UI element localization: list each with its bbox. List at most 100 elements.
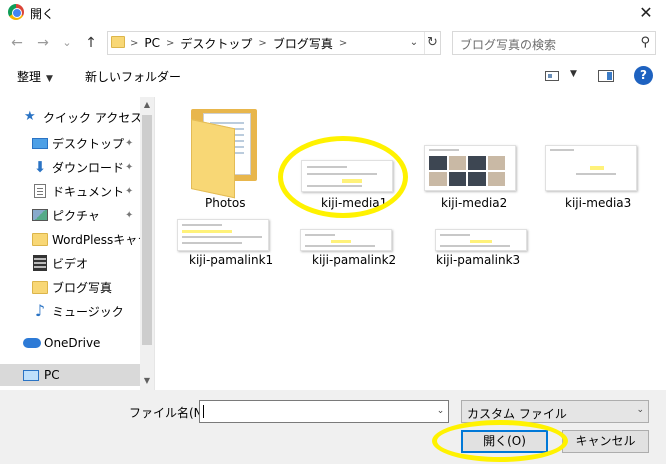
text-caret [203, 405, 204, 418]
video-icon [33, 255, 47, 271]
file-name: kiji-pamalink2 [312, 253, 397, 267]
breadcrumb-item-desktop[interactable]: デスクトップ [180, 35, 252, 52]
cancel-button[interactable]: キャンセル [562, 430, 649, 453]
filetype-select[interactable]: カスタム ファイル ⌄ [461, 400, 649, 423]
sidebar-item-videos[interactable]: ビデオ [0, 252, 140, 274]
sidebar-item-downloads[interactable]: ⬇ ダウンロード ✦ [0, 156, 140, 178]
pin-icon: ✦ [125, 137, 134, 149]
sidebar-item-documents[interactable]: ドキュメント ✦ [0, 180, 140, 202]
help-icon[interactable]: ? [634, 66, 653, 85]
sidebar-item-label: ブログ写真 [52, 280, 113, 295]
scroll-down-icon[interactable]: ▼ [140, 374, 154, 388]
file-item-kiji-pamalink2[interactable]: kiji-pamalink2 [285, 215, 415, 275]
open-file-dialog: 開く ✕ ← → ⌄ ↑ > PC > デスクトップ > ブログ写真 > ⌄ ↻… [0, 0, 666, 464]
sidebar-item-label: ダウンロード [52, 160, 125, 175]
image-thumbnail [300, 229, 392, 251]
dialog-footer: ファイル名(N): ⌄ カスタム ファイル ⌄ 開く(O) キャンセル [0, 390, 666, 464]
chevron-down-icon[interactable]: ⌄ [433, 401, 448, 422]
file-item-kiji-pamalink1[interactable]: kiji-pamalink1 [155, 215, 285, 275]
sidebar-item-label: ドキュメント [52, 184, 125, 199]
sidebar-item-quick-access[interactable]: ★ クイック アクセス [0, 106, 142, 128]
toolbar: 整理 ▼ 新しいフォルダー ▼ ? [0, 61, 666, 91]
new-folder-button[interactable]: 新しいフォルダー [85, 68, 181, 85]
music-icon: ♪ [34, 301, 46, 320]
breadcrumb-separator: > [258, 37, 267, 49]
sidebar-item-label: デスクトップ [52, 136, 125, 151]
organize-button[interactable]: 整理 ▼ [17, 68, 53, 85]
file-name: kiji-media2 [441, 196, 508, 210]
breadcrumb: > PC > デスクトップ > ブログ写真 > [130, 32, 347, 54]
pc-icon [23, 369, 39, 381]
close-button[interactable]: ✕ [626, 0, 666, 26]
breadcrumb-separator: > [130, 37, 139, 49]
file-item-kiji-media1[interactable]: kiji-media1 [288, 97, 408, 215]
star-icon: ★ [24, 109, 36, 124]
folder-icon [32, 280, 48, 294]
sidebar-item-blog-photos[interactable]: ブログ写真 [0, 276, 140, 298]
breadcrumb-separator: > [166, 37, 175, 49]
desktop-icon [32, 137, 48, 149]
sidebar-item-pictures[interactable]: ピクチャ ✦ [0, 204, 140, 226]
search-box[interactable]: ブログ写真の検索 ⚲ [452, 31, 656, 55]
sidebar-item-pc[interactable]: PC [0, 364, 140, 386]
filename-input[interactable] [200, 401, 430, 422]
image-thumbnail [435, 229, 527, 251]
file-name: Photos [205, 196, 246, 210]
address-bar[interactable]: > PC > デスクトップ > ブログ写真 > ⌄ ↻ [107, 31, 441, 55]
recent-locations-icon[interactable]: ⌄ [58, 33, 76, 53]
folder-icon [111, 36, 125, 48]
pin-icon: ✦ [125, 161, 134, 173]
navigation-bar: ← → ⌄ ↑ > PC > デスクトップ > ブログ写真 > ⌄ ↻ ブログ写… [0, 30, 666, 56]
refresh-icon[interactable]: ↻ [424, 32, 440, 54]
window-title: 開く [30, 7, 55, 21]
image-thumbnail [424, 145, 516, 191]
sidebar-scrollbar[interactable]: ▲ ▼ [140, 97, 154, 390]
file-name: kiji-pamalink3 [436, 253, 521, 267]
sidebar-item-onedrive[interactable]: OneDrive [0, 332, 140, 354]
breadcrumb-item-pc[interactable]: PC [144, 36, 160, 50]
chevron-down-icon[interactable]: ▼ [570, 69, 577, 79]
sidebar-item-label: ミュージック [52, 304, 124, 319]
pin-icon: ✦ [125, 209, 134, 221]
file-name: kiji-pamalink1 [189, 253, 274, 267]
file-item-kiji-pamalink3[interactable]: kiji-pamalink3 [415, 215, 545, 275]
sidebar-item-label: ピクチャ [52, 208, 100, 223]
scroll-up-icon[interactable]: ▲ [140, 98, 154, 112]
open-button[interactable]: 開く(O) [461, 430, 548, 453]
pin-icon: ✦ [125, 185, 134, 197]
scrollbar-thumb[interactable] [142, 115, 152, 345]
folder-front [191, 119, 235, 199]
address-dropdown-icon[interactable]: ⌄ [405, 32, 423, 54]
chrome-icon [8, 4, 24, 20]
sidebar-item-music[interactable]: ♪ ミュージック [0, 300, 140, 322]
image-thumbnail [545, 145, 637, 191]
file-item-kiji-media3[interactable]: kiji-media3 [535, 97, 655, 215]
file-list: Photos kiji-media1 kiji-media2 kiji-medi… [155, 97, 666, 390]
cloud-icon [23, 338, 41, 348]
image-thumbnail [177, 219, 269, 251]
sidebar-item-label: WordPlessキャラク [52, 232, 154, 247]
file-name: kiji-media1 [321, 196, 388, 210]
sidebar-item-label: PC [44, 368, 60, 382]
preview-pane-icon[interactable] [598, 70, 614, 82]
filename-field[interactable]: ⌄ [199, 400, 449, 423]
image-thumbnail [301, 160, 393, 192]
search-icon[interactable]: ⚲ [640, 35, 650, 50]
file-item-photos[interactable]: Photos [155, 97, 285, 215]
title-bar: 開く ✕ [0, 0, 666, 26]
back-arrow-icon[interactable]: ← [8, 33, 26, 53]
forward-arrow-icon[interactable]: → [34, 33, 52, 53]
sidebar-item-desktop[interactable]: デスクトップ ✦ [0, 132, 140, 154]
pictures-icon [32, 209, 48, 221]
navigation-pane: ★ クイック アクセス デスクトップ ✦ ⬇ ダウンロード ✦ ドキュメント ✦… [0, 97, 154, 390]
sidebar-item-label: ビデオ [52, 256, 89, 271]
breadcrumb-item-blog-photos[interactable]: ブログ写真 [273, 35, 333, 52]
document-icon [34, 184, 46, 198]
chevron-down-icon: ▼ [46, 74, 53, 84]
chevron-down-icon: ⌄ [636, 405, 644, 415]
sidebar-item-wordpless[interactable]: WordPlessキャラク [0, 228, 154, 250]
view-options-icon[interactable] [545, 71, 559, 81]
up-arrow-icon[interactable]: ↑ [82, 33, 100, 53]
file-item-kiji-media2[interactable]: kiji-media2 [412, 97, 532, 215]
file-name: kiji-media3 [565, 196, 632, 210]
